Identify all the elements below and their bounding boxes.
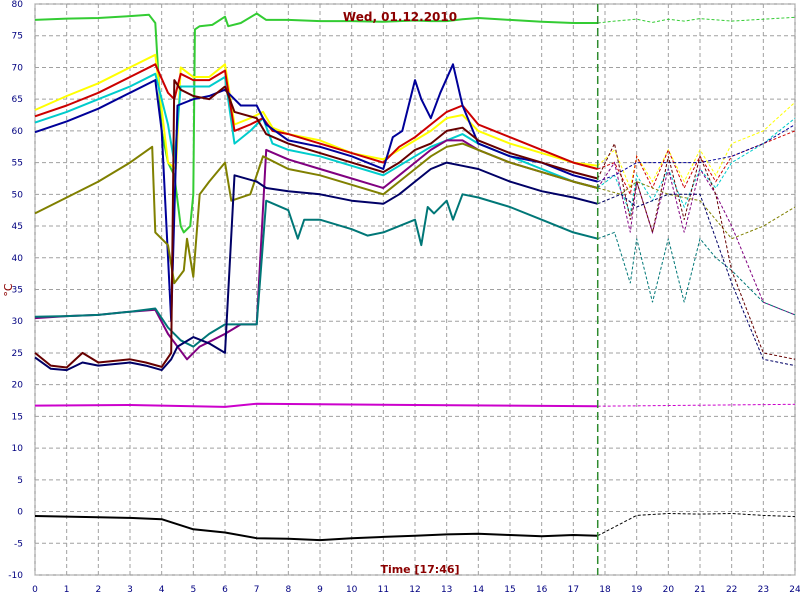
y-tick-label: 50 [12,190,24,200]
y-tick-label: 75 [12,32,23,42]
y-tick-label: 30 [12,317,24,327]
series-line-10 [34,402,598,408]
x-tick-label: 22 [726,585,737,595]
series-line-9 [34,161,598,372]
forecast-line-2 [597,117,796,216]
x-tick-label: 13 [441,585,452,595]
x-tick-label: 5 [190,585,196,595]
forecast-line-11 [597,512,796,537]
x-tick-label: 23 [758,585,769,595]
y-tick-label: 65 [12,95,23,105]
x-tick-label: 17 [568,585,579,595]
series-line-8 [34,79,598,369]
chart-svg: -10-5051015202530354045505560657075800 1 2… [2,0,800,595]
x-tick-label: 14 [473,585,485,595]
forecast-line-4 [597,124,796,183]
x-tick-label: 11 [378,585,389,595]
series-line-4 [34,63,598,323]
x-tick-label: 3 [127,585,133,595]
y-tick-label: 80 [12,0,24,10]
y-tick-label: -10 [8,571,23,581]
series-line-6 [34,142,598,285]
x-tick-label: 6 [222,585,228,595]
x-tick-label: 10 [346,585,358,595]
forecast-line-0 [597,16,796,24]
x-tick-label: 21 [694,585,705,595]
x-tick-label: 18 [599,585,611,595]
y-tick-label: 25 [12,349,23,359]
y-tick-label: 40 [12,254,24,264]
x-tick-label: 16 [536,585,548,595]
chart-title: Wed, 01.12.2010 [343,10,457,24]
y-axis-label: °C [2,283,15,297]
series-line-7 [34,193,598,348]
forecast-line-9 [597,193,796,367]
x-axis-label: Time [17:46] [380,563,459,576]
x-tick-label: 20 [663,585,675,595]
y-tick-label: 45 [12,222,23,232]
x-tick-label: 19 [631,585,643,595]
x-tick-label: 4 [159,585,165,595]
forecast-line-8 [597,142,796,360]
y-tick-label: 5 [17,476,23,486]
series-line-11 [34,515,598,542]
y-tick-label: 70 [12,63,24,73]
x-tick-label: 8 [285,585,291,595]
series-line-0 [34,12,598,234]
x-tick-label: 15 [504,585,515,595]
temperature-chart: -10 -5 0 5 10 15 20 25 30 35 40 45 50 55 60 65 70 75 80 0 1 2… [0,0,800,600]
y-tick-label: 60 [12,127,24,137]
x-tick-label: 1 [64,585,70,595]
forecast-line-6 [597,181,796,240]
x-tick-label: 7 [254,585,260,595]
forecast-line-1 [597,101,796,190]
forecast-line-5 [597,161,796,316]
forecast-line-10 [597,403,796,407]
y-tick-label: 15 [12,412,23,422]
y-tick-label: 20 [12,381,24,391]
x-tick-label: 24 [789,585,800,595]
x-tick-label: 2 [95,585,101,595]
x-tick-label: 9 [317,585,323,595]
y-tick-label: 10 [12,444,24,454]
y-tick-label: 0 [17,508,23,518]
x-tick-label: 12 [409,585,420,595]
y-tick-label: 55 [12,159,23,169]
x-tick-label: 0 [32,585,38,595]
y-tick-label: -5 [14,539,23,549]
series-line-5 [34,139,598,361]
